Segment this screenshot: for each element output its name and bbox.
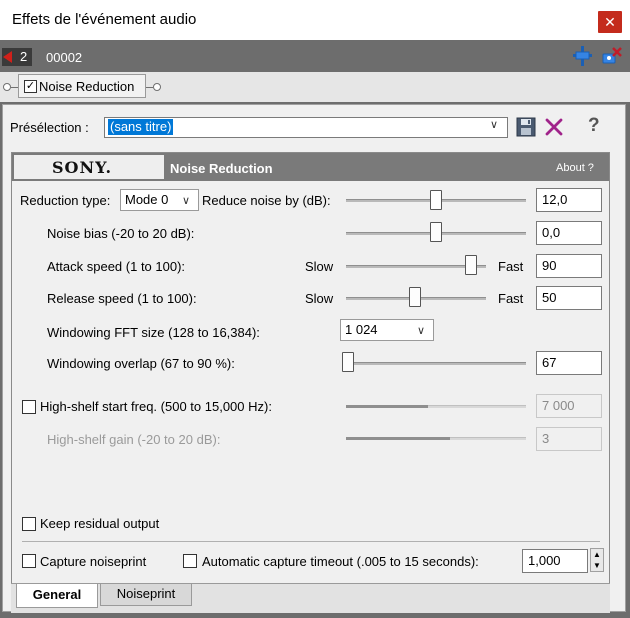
high-shelf-checkbox[interactable] <box>22 400 36 414</box>
window-title: Effets de l'événement audio <box>12 11 197 28</box>
release-slow-label: Slow <box>305 291 334 306</box>
plugin-content-frame <box>11 152 610 613</box>
attack-speed-field[interactable]: 90 <box>536 254 602 278</box>
plugin-chain-item-label: Noise Reduction <box>39 79 135 94</box>
reduce-noise-field[interactable]: 12,0 <box>536 188 602 212</box>
auto-capture-spinner[interactable]: ▲ ▼ <box>590 548 604 572</box>
capture-noiseprint-label: Capture noiseprint <box>40 554 147 569</box>
chain-connector <box>11 87 18 88</box>
sony-logo: SONY. <box>52 158 113 177</box>
capture-noiseprint-checkbox[interactable] <box>22 554 36 568</box>
save-icon[interactable] <box>516 117 536 137</box>
close-button[interactable]: ✕ <box>598 11 622 33</box>
high-shelf-gain-label: High-shelf gain (-20 to 20 dB): <box>47 432 221 447</box>
keep-residual-label: Keep residual output <box>40 516 160 531</box>
high-shelf-freq-field: 7 000 <box>536 394 602 418</box>
about-link[interactable]: About ? <box>556 162 594 174</box>
chain-output-node <box>153 83 161 91</box>
chevron-down-icon[interactable]: ∨ <box>490 118 498 131</box>
auto-capture-label: Automatic capture timeout (.005 to 15 se… <box>202 554 479 569</box>
release-fast-label: Fast <box>498 291 524 306</box>
high-shelf-gain-field: 3 <box>536 427 602 451</box>
attack-slow-label: Slow <box>305 259 334 274</box>
preset-label: Présélection : <box>10 120 89 135</box>
track-arrow-icon <box>3 51 12 63</box>
tab-general[interactable]: General <box>16 584 98 608</box>
release-speed-field[interactable]: 50 <box>536 286 602 310</box>
chevron-down-icon[interactable]: ∨ <box>417 324 425 337</box>
chain-input-node <box>3 83 11 91</box>
plugin-title: Noise Reduction <box>170 161 273 176</box>
overlap-slider-track[interactable] <box>346 362 526 365</box>
reduction-type-label: Reduction type: <box>20 193 111 208</box>
high-shelf-freq-slider-fill <box>346 405 428 408</box>
chevron-down-icon[interactable]: ∨ <box>182 194 190 207</box>
fft-size-value: 1 024 <box>345 322 378 337</box>
reduction-type-value: Mode 0 <box>125 192 169 207</box>
fft-size-label: Windowing FFT size (128 to 16,384): <box>47 325 260 340</box>
plugin-bypass-checkbox[interactable]: ✓ <box>24 80 37 93</box>
release-speed-slider-thumb[interactable] <box>409 287 421 307</box>
preset-value[interactable]: (sans titre) <box>108 119 174 135</box>
reduce-noise-slider-thumb[interactable] <box>430 190 442 210</box>
delete-icon[interactable] <box>544 117 564 137</box>
divider <box>22 541 600 542</box>
noise-bias-label: Noise bias (-20 to 20 dB): <box>47 226 195 241</box>
plugin-chain-icon[interactable] <box>600 45 622 67</box>
attack-fast-label: Fast <box>498 259 524 274</box>
track-number: 2 <box>20 49 28 64</box>
auto-capture-field[interactable]: 1,000 <box>522 549 588 573</box>
title-bar: Effets de l'événement audio <box>0 0 630 40</box>
chain-connector <box>146 87 153 88</box>
overlap-slider-thumb[interactable] <box>342 352 354 372</box>
attack-speed-label: Attack speed (1 to 100): <box>47 259 186 274</box>
noise-bias-slider-thumb[interactable] <box>430 222 442 242</box>
attack-speed-slider-thumb[interactable] <box>465 255 477 275</box>
noise-bias-field[interactable]: 0,0 <box>536 221 602 245</box>
overlap-label: Windowing overlap (67 to 90 %): <box>47 356 235 371</box>
high-shelf-freq-label: High-shelf start freq. (500 to 15,000 Hz… <box>40 399 272 414</box>
auto-capture-checkbox[interactable] <box>183 554 197 568</box>
release-speed-label: Release speed (1 to 100): <box>47 291 197 306</box>
close-icon: ✕ <box>604 14 616 30</box>
high-shelf-gain-slider-fill <box>346 437 450 440</box>
reduce-noise-label: Reduce noise by (dB): <box>202 193 331 208</box>
event-name: 00002 <box>46 50 83 65</box>
overlap-field[interactable]: 67 <box>536 351 602 375</box>
help-icon[interactable]: ? <box>588 115 600 137</box>
tab-noiseprint[interactable]: Noiseprint <box>100 584 192 606</box>
keep-residual-checkbox[interactable] <box>22 517 36 531</box>
pin-icon[interactable] <box>572 45 592 67</box>
